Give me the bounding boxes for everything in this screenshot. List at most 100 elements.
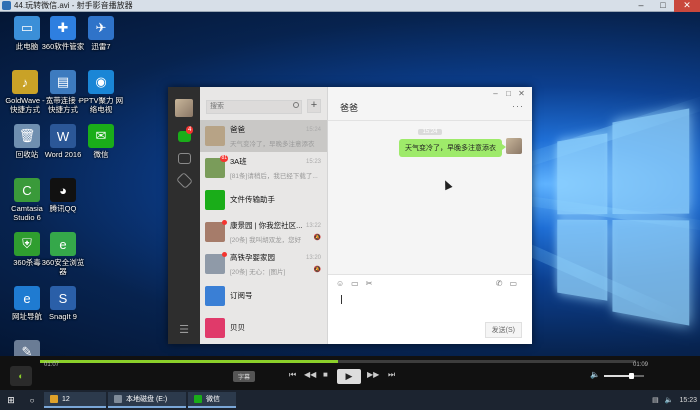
conversation-item[interactable]: 文件传输助手 bbox=[200, 184, 327, 216]
forward-icon[interactable]: ▶▶ bbox=[367, 370, 379, 379]
conversation-avatar: 81 bbox=[205, 154, 228, 178]
chat-panel: – □ ✕ 爸爸 ··· 15:24 天气变冷了，早晚多注意添衣 ☺ ▭ ✂ ✆… bbox=[328, 87, 532, 344]
rewind-icon[interactable]: ◀◀ bbox=[304, 370, 316, 379]
taskbar-item[interactable]: 12 bbox=[44, 392, 106, 408]
my-avatar[interactable] bbox=[175, 99, 193, 117]
desktop-icon[interactable]: ◉ PPTV聚力 网 络电视 bbox=[78, 70, 124, 114]
previous-icon[interactable]: ⏮ bbox=[289, 370, 296, 380]
taskbar-item-label: 微信 bbox=[206, 396, 220, 403]
message-composer[interactable]: ☺ ▭ ✂ ✆ ▭ 发送(S) bbox=[328, 274, 532, 344]
windows-wallpaper-logo bbox=[557, 108, 690, 326]
conversation-time: 13:22 bbox=[305, 222, 321, 229]
add-button[interactable]: + bbox=[307, 99, 321, 114]
player-minimize-button[interactable]: – bbox=[630, 0, 652, 12]
desktop-icon[interactable]: ✈ 迅雷7 bbox=[78, 16, 124, 51]
conversation-name: 订阅号 bbox=[230, 291, 253, 300]
mute-icon: 🔕 bbox=[313, 234, 321, 241]
player-logo-icon[interactable]: ◐ bbox=[10, 366, 32, 386]
speaker-icon[interactable]: 🔈 bbox=[590, 370, 600, 379]
conversation-avatar bbox=[205, 125, 225, 146]
clock[interactable]: 15:23 bbox=[679, 397, 697, 404]
stop-icon[interactable]: ■ bbox=[323, 370, 328, 379]
volume-icon[interactable]: 🔈 bbox=[665, 396, 674, 404]
player-controls: 01:07 01:09 ◐ 字幕 ⏮ ◀◀ ■ ▶ ▶▶ ⏭ 🔈 bbox=[0, 356, 700, 390]
volume-knob[interactable] bbox=[629, 373, 635, 379]
text-cursor bbox=[341, 295, 342, 304]
conversation-time: 13:20 bbox=[305, 254, 321, 261]
pptv-icon: ◉ bbox=[88, 70, 114, 94]
desktop-icon-label: 腾讯QQ bbox=[49, 204, 77, 213]
volume-slider[interactable] bbox=[604, 373, 644, 379]
next-icon[interactable]: ⏭ bbox=[388, 370, 395, 380]
taskbar-item[interactable]: 本地磁盘 (E:) bbox=[108, 392, 186, 408]
broadband-icon: ▤ bbox=[50, 70, 76, 94]
total-time: 01:09 bbox=[632, 362, 648, 368]
desktop-icon[interactable]: e 360安全浏览 器 bbox=[40, 232, 86, 276]
conversation-name: 文件传输助手 bbox=[230, 195, 275, 204]
contacts-icon bbox=[177, 152, 191, 164]
conversation-item[interactable]: 爸爸 天气变冷了，早晚多注意添衣 15:24 bbox=[200, 119, 327, 152]
player-window-title: 44.玩转微信.avi - 射手影音播放器 bbox=[14, 1, 133, 10]
menu-icon[interactable]: ☰ bbox=[168, 323, 200, 336]
sender-avatar[interactable] bbox=[506, 138, 522, 154]
conversation-time: 15:24 bbox=[305, 126, 321, 133]
wechat-icon: ✉ bbox=[88, 124, 114, 148]
notepad-icon: ✎ bbox=[14, 340, 40, 356]
search-icon-taskbar[interactable]: ○ bbox=[22, 396, 42, 405]
start-button[interactable]: ⊞ bbox=[0, 395, 22, 406]
search-input[interactable] bbox=[206, 99, 302, 114]
camtasia-icon: C bbox=[14, 178, 40, 202]
progress-fill bbox=[40, 360, 338, 363]
nav-contacts[interactable] bbox=[168, 147, 200, 169]
screenshot-icon[interactable]: ✂ bbox=[366, 279, 373, 288]
time-divider: 15:24 bbox=[328, 124, 532, 136]
desktop-icon[interactable]: ✉ 微信 bbox=[78, 124, 124, 159]
wechat-maximize-button[interactable]: □ bbox=[502, 89, 515, 98]
conversation-item[interactable]: 81 3A班 [81条]请稍后，我已经下载了... 15:23 bbox=[200, 152, 327, 184]
conversation-avatar bbox=[205, 251, 227, 274]
qq-icon: ◕ bbox=[50, 178, 76, 202]
conversation-item[interactable]: 订阅号 bbox=[200, 280, 327, 312]
unread-dot bbox=[222, 219, 227, 225]
desktop-icon-label: SnagIt 9 bbox=[49, 312, 77, 321]
desktop: ▭ 此电脑 ✚ 360软件管家 ✈ 迅雷7 ♪ GoldWave - 快捷方式 ▤ 宽带连接 - … bbox=[0, 12, 700, 356]
taskbar-item[interactable]: 微信 bbox=[188, 392, 236, 408]
voice-call-icon[interactable]: ✆ bbox=[496, 279, 503, 288]
conversation-preview: [20条] 无心：[图片] bbox=[230, 268, 286, 276]
elapsed-time: 01:07 bbox=[44, 362, 60, 368]
desktop-icon[interactable]: ◕ 腾讯QQ bbox=[40, 178, 86, 213]
send-file-icon[interactable]: ▭ bbox=[351, 279, 359, 288]
wechat-minimize-button[interactable]: – bbox=[489, 89, 502, 98]
taskbar-app-icon bbox=[50, 395, 58, 403]
more-options-icon[interactable]: ··· bbox=[512, 101, 524, 111]
desktop-icon[interactable]: S SnagIt 9 bbox=[40, 286, 86, 321]
subtitle-button[interactable]: 字幕 bbox=[233, 371, 256, 382]
player-close-button[interactable]: ✕ bbox=[674, 0, 700, 12]
snagit-icon: S bbox=[50, 286, 76, 310]
desktop-icon[interactable]: ✎小黑记事本 bbox=[4, 340, 50, 356]
play-button[interactable]: ▶ bbox=[337, 369, 361, 384]
mute-icon: 🔕 bbox=[313, 266, 321, 273]
nav-chats[interactable]: 4 bbox=[168, 125, 200, 147]
unread-badge: 4 bbox=[186, 126, 194, 134]
conversation-preview: [81条]请稍后，我已经下载了... bbox=[230, 172, 318, 180]
send-button[interactable]: 发送(S) bbox=[484, 322, 522, 338]
desktop-icon-label: PPTV聚力 网 络电视 bbox=[78, 96, 124, 114]
conversation-preview: [20条] 我叫胡双龙，您好 bbox=[230, 236, 302, 244]
conversation-item[interactable]: 高铁孕婴家园 [20条] 无心：[图片] 13:20 🔕 bbox=[200, 248, 327, 280]
wechat-close-button[interactable]: ✕ bbox=[515, 89, 528, 98]
player-restore-button[interactable]: □ bbox=[652, 0, 674, 12]
conversation-avatar bbox=[205, 285, 225, 306]
search-icon bbox=[293, 102, 299, 108]
conversation-avatar bbox=[205, 219, 227, 242]
network-icon[interactable]: ▤ bbox=[652, 396, 659, 404]
nav-favorites[interactable] bbox=[168, 169, 200, 191]
thunder-icon: ✈ bbox=[88, 16, 114, 40]
unread-count-badge: 81 bbox=[220, 154, 228, 162]
video-call-icon[interactable]: ▭ bbox=[509, 279, 517, 288]
emoji-icon[interactable]: ☺ bbox=[336, 279, 344, 288]
progress-bar[interactable] bbox=[40, 360, 636, 363]
unread-dot bbox=[222, 251, 227, 257]
conversation-item[interactable]: 贝贝 bbox=[200, 312, 327, 344]
conversation-item[interactable]: 康景园 | 你我您社区... [20条] 我叫胡双龙，您好 13:22 🔕 bbox=[200, 216, 327, 248]
